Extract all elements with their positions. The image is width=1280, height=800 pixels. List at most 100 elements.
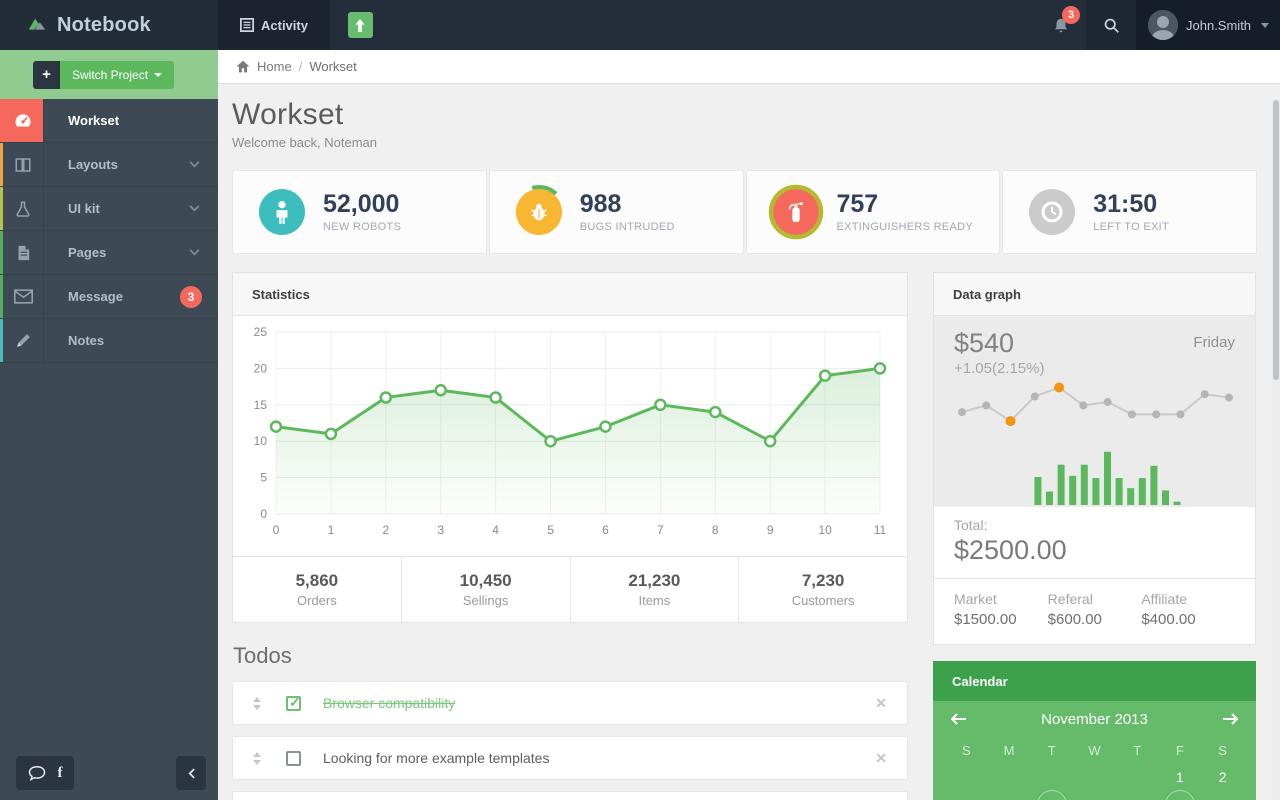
sidebar-item-notes[interactable]: Notes <box>0 319 218 363</box>
tile-value: 52,000 <box>323 190 400 219</box>
page-title: Workset <box>232 98 344 131</box>
todo-item: Looking for more example templates ✕ <box>232 736 908 780</box>
upload-button[interactable] <box>347 12 373 38</box>
statistics-chart: 0 5 10 15 20 25 0 1 2 3 4 5 6 7 8 9 10 11 <box>233 318 907 556</box>
svg-text:3: 3 <box>437 523 444 537</box>
chevron-down-icon <box>1261 22 1270 28</box>
tile-extinguishers: 757 EXTINGUISHERS READY <box>745 170 1001 254</box>
chevron-down-icon <box>189 249 200 256</box>
statistics-panel-title: Statistics <box>233 273 907 316</box>
stat-value: 7,230 <box>801 571 845 590</box>
sidebar-item-message[interactable]: Message 3 <box>0 275 218 319</box>
calendar-date[interactable]: 6 <box>1073 791 1116 800</box>
stat-value: 5,860 <box>295 571 339 590</box>
calendar-date[interactable]: 8 <box>1159 790 1202 800</box>
tile-label: EXTINGUISHERS READY <box>836 220 974 233</box>
calendar-body: November 2013 SMTWTFS1234567891011121314… <box>933 701 1256 800</box>
svg-text:15: 15 <box>254 398 268 412</box>
sidebar-item-label: Workset <box>68 113 120 128</box>
calendar-date[interactable]: 1 <box>1159 763 1202 791</box>
notifications-button[interactable]: 3 <box>1036 0 1086 50</box>
facebook-icon[interactable]: f <box>58 765 63 782</box>
chevron-down-icon <box>189 161 200 168</box>
footer-label: Market <box>954 591 997 607</box>
calendar-date[interactable]: 7 <box>1116 791 1159 800</box>
stat-tiles-row: 52,000 NEW ROBOTS 988 BUGS INTRUDED 757 … <box>232 170 1257 254</box>
calendar-day-letter: W <box>1088 742 1101 758</box>
calendar-date <box>1030 763 1073 791</box>
calendar-date[interactable]: 9 <box>1201 791 1244 800</box>
breadcrumb-home[interactable]: Home <box>257 59 292 74</box>
sidebar-item-label: Notes <box>68 333 105 348</box>
svg-text:9: 9 <box>767 523 774 537</box>
tile-label: BUGS INTRUDED <box>579 220 675 233</box>
flask-icon <box>0 187 44 230</box>
drag-handle-icon[interactable] <box>253 751 261 765</box>
switch-project-label: Switch Project <box>72 67 149 82</box>
footer-value: $400.00 <box>1141 611 1196 628</box>
svg-text:11: 11 <box>874 523 887 537</box>
chevron-down-icon <box>154 72 163 77</box>
file-icon <box>0 231 44 274</box>
sidebar: + Switch Project Workset Layouts UI kit … <box>0 50 218 800</box>
close-icon[interactable]: ✕ <box>875 750 887 767</box>
prev-month-icon[interactable] <box>951 713 967 725</box>
svg-text:20: 20 <box>254 361 268 375</box>
scrollbar-thumb[interactable] <box>1273 100 1279 380</box>
calendar-date[interactable]: 4 <box>988 791 1031 800</box>
close-icon[interactable]: ✕ <box>875 695 887 712</box>
stat-label: Items <box>638 593 671 608</box>
add-project-button[interactable]: + <box>33 60 60 89</box>
tile-left-to-exit: 31:50 LEFT TO EXIT <box>1002 170 1257 254</box>
calendar-day-letter: T <box>1133 742 1142 758</box>
todo-checkbox[interactable] <box>286 694 301 711</box>
tile-label: NEW ROBOTS <box>323 220 402 233</box>
person-icon <box>259 189 305 235</box>
data-graph-title: Data graph <box>934 273 1255 316</box>
search-button[interactable] <box>1086 0 1136 50</box>
svg-text:8: 8 <box>712 523 719 537</box>
calendar-grid: SMTWTFS12345678910111213141516 <box>945 737 1244 800</box>
tab-activity[interactable]: Activity <box>218 0 330 50</box>
calendar-date[interactable]: 2 <box>1201 763 1244 791</box>
sidebar-item-workset[interactable]: Workset <box>0 99 218 143</box>
envelope-icon <box>0 275 44 318</box>
sidebar-item-pages[interactable]: Pages <box>0 231 218 275</box>
todo-checkbox[interactable] <box>286 750 301 766</box>
calendar-day-letter: F <box>1175 742 1184 758</box>
page-subtitle: Welcome back, Noteman <box>232 135 377 150</box>
calendar-date[interactable]: 3 <box>945 791 988 800</box>
data-graph-panel: Data graph $540 +1.05(2.15%) Friday Tota… <box>933 272 1256 645</box>
todo-text: Looking for more example templates <box>323 750 550 766</box>
collapse-sidebar-button[interactable] <box>176 756 206 790</box>
brand-logo[interactable]: Notebook <box>0 0 218 50</box>
arrow-up-icon <box>355 18 366 32</box>
columns-icon <box>0 143 44 186</box>
search-icon <box>1103 17 1120 34</box>
drag-handle-icon[interactable] <box>253 696 261 710</box>
calendar-day-letter: S <box>962 742 971 758</box>
svg-text:25: 25 <box>254 325 268 339</box>
sidebar-item-ui-kit[interactable]: UI kit <box>0 187 218 231</box>
sidebar-footer: f <box>0 756 218 790</box>
calendar-day-letter: S <box>1218 742 1227 758</box>
tile-label: LEFT TO EXIT <box>1093 220 1169 233</box>
home-icon <box>236 60 250 73</box>
calendar-date[interactable]: 5 <box>1030 790 1073 800</box>
calendar-date <box>988 763 1031 791</box>
chat-icon[interactable] <box>28 765 46 781</box>
switch-project-button[interactable]: Switch Project <box>60 60 175 89</box>
calendar-date <box>945 763 988 791</box>
tile-value: 757 <box>836 190 879 219</box>
sidebar-item-label: UI kit <box>68 201 100 216</box>
user-menu[interactable]: John.Smith <box>1136 0 1280 50</box>
sidebar-item-label: Layouts <box>68 157 118 172</box>
bug-icon <box>511 185 566 239</box>
chevron-down-icon <box>189 205 200 212</box>
mini-bar-chart <box>1034 451 1181 505</box>
scrollbar[interactable] <box>1272 100 1280 800</box>
navbar-right: 3 John.Smith <box>1036 0 1280 50</box>
next-month-icon[interactable] <box>1222 713 1238 725</box>
sidebar-item-layouts[interactable]: Layouts <box>0 143 218 187</box>
svg-text:5: 5 <box>547 523 554 537</box>
